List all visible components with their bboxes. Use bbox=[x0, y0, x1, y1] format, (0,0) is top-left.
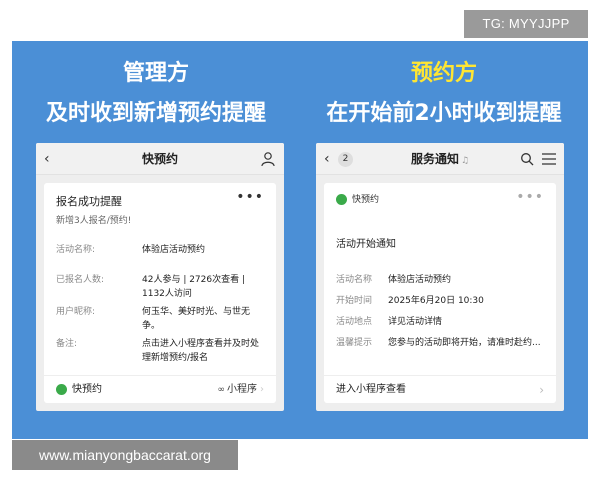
card-brand: 快预约 bbox=[352, 195, 380, 205]
participant-nav-title: 服务通知 bbox=[410, 152, 459, 166]
more-options-icon[interactable]: ••• bbox=[516, 189, 544, 205]
search-icon[interactable] bbox=[520, 152, 534, 166]
info-row-key: 活动名称: bbox=[56, 245, 96, 255]
activity-start-card[interactable]: 快预约 ••• 活动开始通知 活动名称 体验店活动预约 开始时间 2025年6月… bbox=[324, 183, 556, 403]
organizer-headline: 及时收到新增预约提醒 bbox=[45, 101, 266, 126]
more-options-icon[interactable]: ••• bbox=[236, 189, 264, 205]
info-row-key: 活动名称 bbox=[336, 275, 373, 285]
info-row-value: 体验店活动预约 bbox=[388, 275, 452, 285]
card-footer[interactable]: 快预约 ∞ 小程序 › bbox=[44, 375, 276, 403]
enter-mini-program-label: 进入小程序查看 bbox=[336, 384, 406, 395]
info-row-value: 体验店活动预约 bbox=[142, 245, 206, 255]
chevron-right-icon: › bbox=[539, 383, 544, 397]
info-row-key: 温馨提示 bbox=[336, 338, 373, 348]
participant-role-title: 预约方 bbox=[410, 61, 477, 86]
info-row-value: 何玉华、美好时光、与世无争。 bbox=[142, 307, 251, 331]
tg-badge: TG: MYYJJPP bbox=[464, 10, 588, 38]
participant-header: 预约方 在开始前2小时收到提醒 bbox=[300, 59, 588, 129]
info-row-value: 您参与的活动即将开始，请准时赴约... bbox=[388, 338, 541, 348]
site-watermark: www.mianyongbaccarat.org bbox=[12, 440, 238, 470]
link-icon: ∞ bbox=[217, 385, 226, 395]
mini-program-link[interactable]: ∞ 小程序 › bbox=[218, 376, 265, 404]
participant-headline: 在开始前2小时收到提醒 bbox=[326, 101, 562, 126]
participant-phone-screenshot: ‹ 2 服务通知 ♫ 快预约 ••• 活动开始通知 活动名称 体验店活动预约 开… bbox=[316, 143, 564, 411]
card-title: 活动开始通知 bbox=[336, 239, 396, 250]
info-row-value: 详见活动详情 bbox=[388, 317, 443, 327]
signup-success-card[interactable]: 报名成功提醒 ••• 新增3人报名/预约! 活动名称: 体验店活动预约 已报名人… bbox=[44, 183, 276, 403]
organizer-nav-title: 快预约 bbox=[141, 152, 178, 166]
bell-icon: ♫ bbox=[460, 156, 470, 166]
info-row-value: 点击进入小程序查看并及时处理新增预约/报名 bbox=[142, 339, 260, 363]
card-subtitle: 新增3人报名/预约! bbox=[56, 216, 132, 226]
menu-icon[interactable] bbox=[542, 153, 556, 165]
organizer-header: 管理方 及时收到新增预约提醒 bbox=[12, 59, 300, 129]
info-row-key: 活动地点 bbox=[336, 317, 373, 327]
info-row-key: 备注: bbox=[56, 339, 78, 349]
footer-brand: 快预约 bbox=[72, 384, 102, 395]
kuaiyuyue-logo-icon bbox=[56, 384, 67, 395]
info-row-value: 2025年6月20日 10:30 bbox=[388, 296, 484, 306]
organizer-nav-bar: ‹ 快预约 bbox=[36, 143, 284, 175]
info-row-key: 开始时间 bbox=[336, 296, 373, 306]
enter-mini-program-row[interactable]: 进入小程序查看 › bbox=[324, 375, 556, 403]
mini-program-label: 小程序 bbox=[227, 384, 257, 395]
info-row-key: 已报名人数: bbox=[56, 275, 105, 285]
info-row-value: 42人参与 | 2726次查看 | 1132人访问 bbox=[142, 275, 246, 299]
card-title: 报名成功提醒 bbox=[56, 195, 122, 208]
organizer-phone-screenshot: ‹ 快预约 报名成功提醒 ••• 新增3人报名/预约! 活动名称: 体验店活动预… bbox=[36, 143, 284, 411]
participant-nav-bar: ‹ 2 服务通知 ♫ bbox=[316, 143, 564, 175]
chevron-right-icon: › bbox=[260, 384, 264, 395]
info-row-key: 用户昵称: bbox=[56, 307, 96, 317]
user-icon[interactable] bbox=[260, 151, 276, 167]
organizer-role-title: 管理方 bbox=[122, 61, 189, 86]
kuaiyuyue-logo-icon bbox=[336, 194, 347, 205]
promo-panel: 管理方 及时收到新增预约提醒 ‹ 快预约 报名成功提醒 ••• 新增3人报名/预… bbox=[12, 41, 588, 439]
